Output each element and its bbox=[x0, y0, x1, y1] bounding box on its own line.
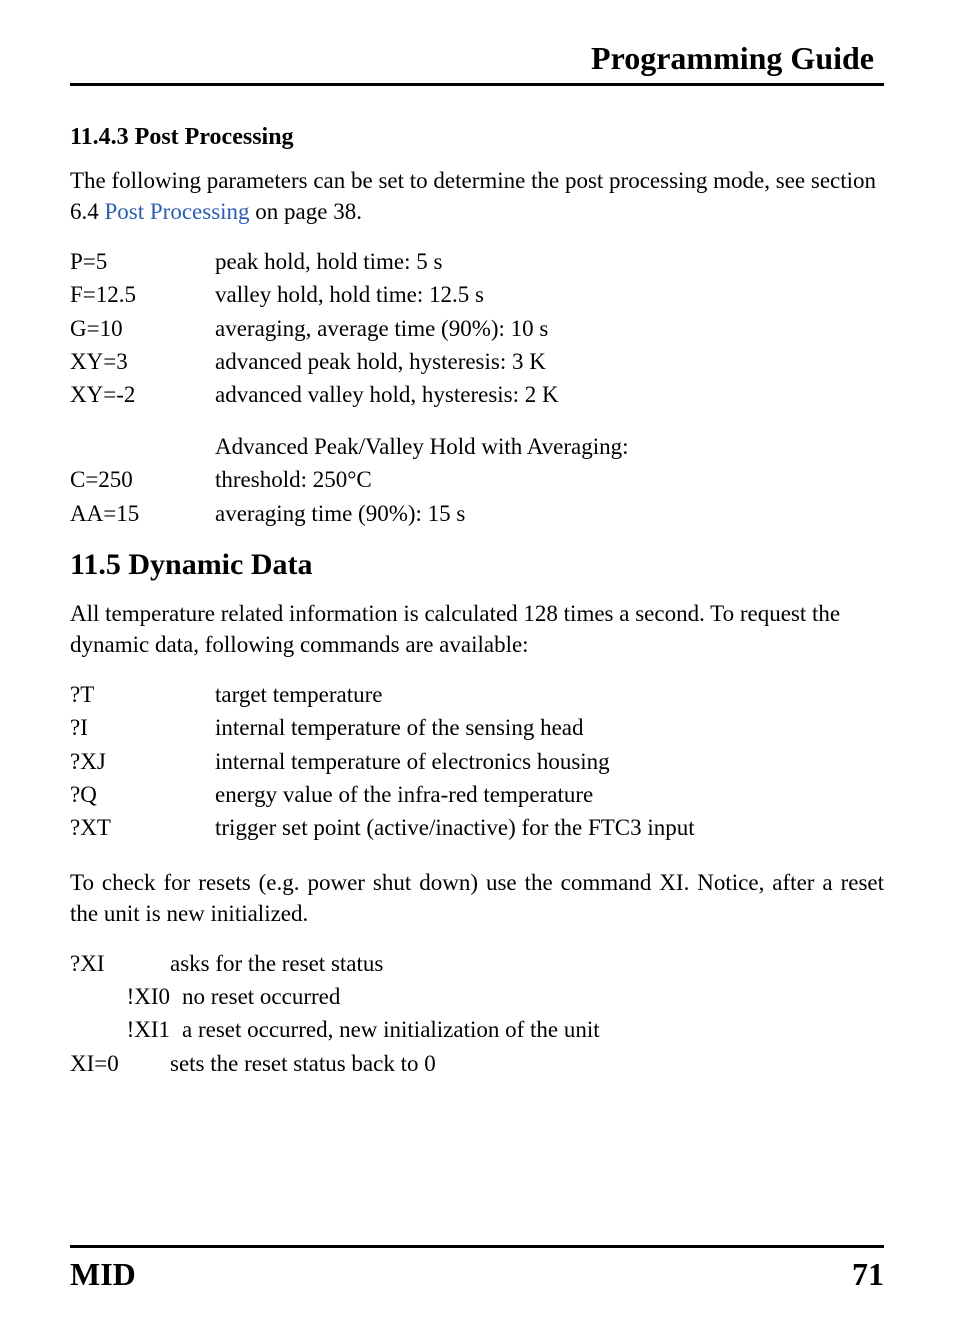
cmd-key: ?I bbox=[70, 711, 215, 744]
table-row: ?T target temperature bbox=[70, 678, 884, 711]
content-area: Programming Guide 11.4.3 Post Processing… bbox=[70, 40, 884, 1245]
footer-page-number: 71 bbox=[852, 1256, 884, 1293]
param-key: F=12.5 bbox=[70, 278, 215, 311]
cmd-value: internal temperature of electronics hous… bbox=[215, 745, 884, 778]
cmd-key: ?XJ bbox=[70, 745, 215, 778]
table-row: AA=15 averaging time (90%): 15 s bbox=[70, 497, 884, 530]
reset-intro-paragraph: To check for resets (e.g. power shut dow… bbox=[70, 867, 884, 929]
table-row: XY=-2 advanced valley hold, hysteresis: … bbox=[70, 378, 884, 411]
param-key-empty bbox=[70, 430, 215, 463]
param-value: threshold: 250°C bbox=[215, 463, 884, 496]
reset-key: !XI0 bbox=[70, 980, 182, 1013]
table-row: P=5 peak hold, hold time: 5 s bbox=[70, 245, 884, 278]
param-value: valley hold, hold time: 12.5 s bbox=[215, 278, 884, 311]
table-row: Advanced Peak/Valley Hold with Averaging… bbox=[70, 430, 884, 463]
cmd-key: ?XT bbox=[70, 811, 215, 844]
param-value: advanced peak hold, hysteresis: 3 K bbox=[215, 345, 884, 378]
subsection-heading-1143: 11.4.3 Post Processing bbox=[70, 124, 884, 151]
param-value: averaging time (90%): 15 s bbox=[215, 497, 884, 530]
cmd-value: target temperature bbox=[215, 678, 884, 711]
footer-left: MID bbox=[70, 1256, 136, 1293]
intro-paragraph-1143: The following parameters can be set to d… bbox=[70, 165, 884, 227]
intro-paragraph-115: All temperature related information is c… bbox=[70, 598, 884, 660]
group-heading: Advanced Peak/Valley Hold with Averaging… bbox=[215, 430, 884, 463]
section-heading-115: 11.5 Dynamic Data bbox=[70, 548, 884, 582]
param-key: XY=-2 bbox=[70, 378, 215, 411]
header-title: Programming Guide bbox=[70, 40, 884, 83]
reset-value: no reset occurred bbox=[182, 980, 884, 1013]
table-row: ?Q energy value of the infra-red tempera… bbox=[70, 778, 884, 811]
cmd-key: ?Q bbox=[70, 778, 215, 811]
header-rule bbox=[70, 83, 884, 86]
reset-value: asks for the reset status bbox=[170, 947, 884, 980]
table-row: ?XJ internal temperature of electronics … bbox=[70, 745, 884, 778]
cmd-value: energy value of the infra-red temperatur… bbox=[215, 778, 884, 811]
command-table-115: ?T target temperature ?I internal temper… bbox=[70, 678, 884, 845]
cmd-key: ?T bbox=[70, 678, 215, 711]
param-value: averaging, average time (90%): 10 s bbox=[215, 312, 884, 345]
param-table-1143: P=5 peak hold, hold time: 5 s F=12.5 val… bbox=[70, 245, 884, 530]
cmd-value: trigger set point (active/inactive) for … bbox=[215, 811, 884, 844]
table-row: F=12.5 valley hold, hold time: 12.5 s bbox=[70, 278, 884, 311]
param-key: G=10 bbox=[70, 312, 215, 345]
page: Programming Guide 11.4.3 Post Processing… bbox=[0, 0, 954, 1323]
reset-value: sets the reset status back to 0 bbox=[170, 1047, 884, 1080]
table-row: ?I internal temperature of the sensing h… bbox=[70, 711, 884, 744]
table-row: ?XT trigger set point (active/inactive) … bbox=[70, 811, 884, 844]
spacer bbox=[70, 412, 884, 430]
table-row: !XI1 a reset occurred, new initializatio… bbox=[70, 1013, 884, 1046]
table-row: C=250 threshold: 250°C bbox=[70, 463, 884, 496]
param-key: AA=15 bbox=[70, 497, 215, 530]
post-processing-link[interactable]: Post Processing bbox=[105, 199, 250, 224]
table-row: ?XI asks for the reset status bbox=[70, 947, 884, 980]
param-value: advanced valley hold, hysteresis: 2 K bbox=[215, 378, 884, 411]
intro-post-text: on page 38. bbox=[250, 199, 362, 224]
reset-key: ?XI bbox=[70, 947, 170, 980]
reset-table: ?XI asks for the reset status !XI0 no re… bbox=[70, 947, 884, 1080]
reset-key: !XI1 bbox=[70, 1013, 182, 1046]
table-row: XY=3 advanced peak hold, hysteresis: 3 K bbox=[70, 345, 884, 378]
table-row: G=10 averaging, average time (90%): 10 s bbox=[70, 312, 884, 345]
table-row: !XI0 no reset occurred bbox=[70, 980, 884, 1013]
param-key: C=250 bbox=[70, 463, 215, 496]
table-row: XI=0 sets the reset status back to 0 bbox=[70, 1047, 884, 1080]
param-value: peak hold, hold time: 5 s bbox=[215, 245, 884, 278]
param-key: XY=3 bbox=[70, 345, 215, 378]
reset-key: XI=0 bbox=[70, 1047, 170, 1080]
footer: MID 71 bbox=[70, 1245, 884, 1293]
param-key: P=5 bbox=[70, 245, 215, 278]
reset-value: a reset occurred, new initialization of … bbox=[182, 1013, 884, 1046]
cmd-value: internal temperature of the sensing head bbox=[215, 711, 884, 744]
